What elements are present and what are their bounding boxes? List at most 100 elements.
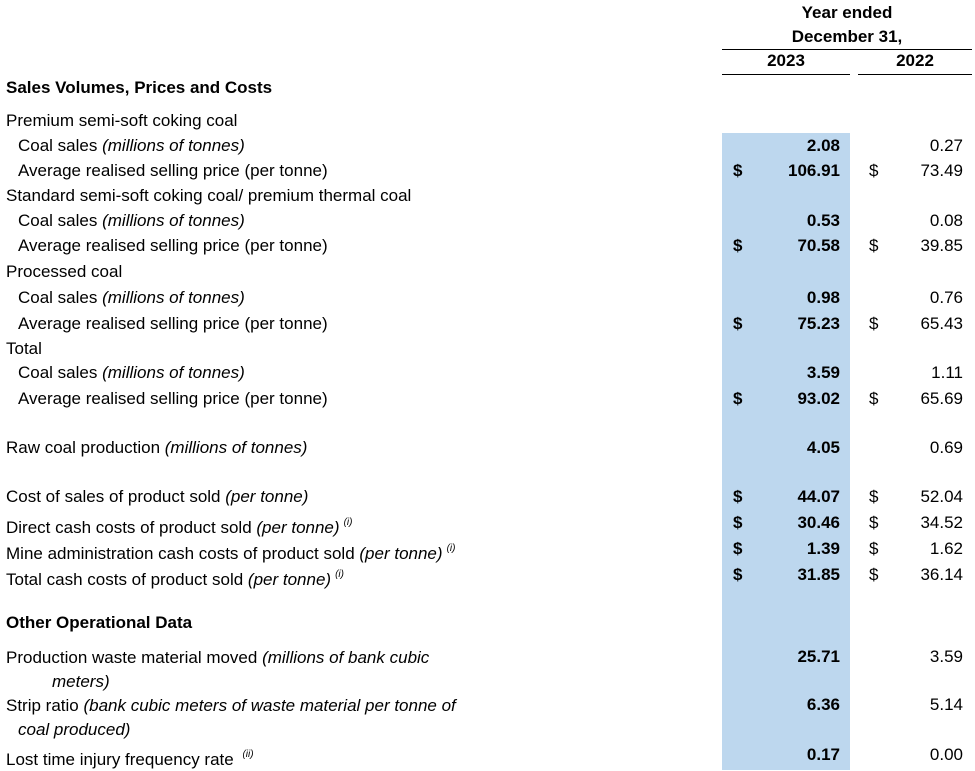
row-label: Average realised selling price (per tonn… xyxy=(18,389,328,408)
currency-2022: $ xyxy=(869,513,879,532)
footnote-marker: (i) xyxy=(335,569,344,580)
footnote-marker: (i) xyxy=(446,543,456,554)
currency-2023: $ xyxy=(733,487,743,506)
table-row: Strip ratio (bank cubic meters of waste … xyxy=(0,694,975,742)
value-2023: 44.07 xyxy=(797,487,840,506)
footnote-marker: (ii) xyxy=(242,749,254,760)
section-heading-other: Other Operational Data xyxy=(0,612,975,638)
value-2022: 39.85 xyxy=(920,236,963,255)
value-2023: 3.59 xyxy=(806,363,840,382)
value-2022: 0.69 xyxy=(929,438,963,457)
currency-2023: $ xyxy=(733,565,743,584)
table-row: Mine administration cash costs of produc… xyxy=(0,538,975,564)
row-label: Coal sales (millions of tonnes) xyxy=(18,136,245,155)
row-label: Coal sales (millions of tonnes) xyxy=(18,363,245,382)
value-2023: 0.17 xyxy=(806,745,840,764)
currency-2023: $ xyxy=(733,161,743,180)
value-2023: 6.36 xyxy=(806,695,840,714)
header-year-2023: 2023 xyxy=(767,51,805,70)
section-title: Other Operational Data xyxy=(6,613,193,632)
value-2023: 93.02 xyxy=(797,389,840,408)
currency-2023: $ xyxy=(733,389,743,408)
value-2023: 25.71 xyxy=(797,647,840,666)
currency-2022: $ xyxy=(869,389,879,408)
currency-2023: $ xyxy=(733,539,743,558)
row-label: Coal sales (millions of tonnes) xyxy=(18,211,245,230)
currency-2023: $ xyxy=(733,314,743,333)
row-label: Total xyxy=(6,339,42,358)
value-2023: 30.46 xyxy=(797,513,840,532)
table-row: Coal sales (millions of tonnes) 2.08 0.2… xyxy=(0,135,975,161)
value-2023: 4.05 xyxy=(806,438,840,457)
currency-2022: $ xyxy=(869,487,879,506)
row-label: Mine administration cash costs of produc… xyxy=(6,543,456,563)
row-label: Average realised selling price (per tonn… xyxy=(18,236,328,255)
row-label: Production waste material moved (million… xyxy=(6,648,430,691)
table-row: Standard semi-soft coking coal/ premium … xyxy=(0,185,975,211)
year-2022-underline xyxy=(858,74,972,75)
value-2022: 34.52 xyxy=(920,513,963,532)
header-underline xyxy=(722,49,972,50)
row-label: Cost of sales of product sold (per tonne… xyxy=(6,487,309,506)
table-row: Average realised selling price (per tonn… xyxy=(0,388,975,414)
value-2022: 5.14 xyxy=(929,695,963,714)
footnote-marker: (i) xyxy=(343,517,353,528)
value-2022: 0.08 xyxy=(929,211,963,230)
value-2022: 73.49 xyxy=(920,161,963,180)
row-label: Premium semi-soft coking coal xyxy=(6,111,238,130)
table-row: Total cash costs of product sold (per to… xyxy=(0,564,975,590)
currency-2023: $ xyxy=(733,513,743,532)
header-year-2022: 2022 xyxy=(896,51,934,70)
currency-2023: $ xyxy=(733,236,743,255)
value-2023: 2.08 xyxy=(806,136,840,155)
table-row: Direct cash costs of product sold (per t… xyxy=(0,512,975,538)
row-label: Average realised selling price (per tonn… xyxy=(18,314,328,333)
value-2022: 1.62 xyxy=(929,539,963,558)
value-2023: 106.91 xyxy=(788,161,840,180)
value-2022: 65.69 xyxy=(920,389,963,408)
table-row: Raw coal production (millions of tonnes)… xyxy=(0,437,975,463)
row-label: Lost time injury frequency rate (ii) xyxy=(6,749,254,769)
section-title: Sales Volumes, Prices and Costs xyxy=(6,78,273,97)
row-label: Coal sales (millions of tonnes) xyxy=(18,288,245,307)
row-label: Total cash costs of product sold (per to… xyxy=(6,569,344,589)
row-label: Raw coal production (millions of tonnes) xyxy=(6,438,308,457)
table-row: Processed coal xyxy=(0,261,975,287)
table-row: Coal sales (millions of tonnes) 0.98 0.7… xyxy=(0,287,975,313)
value-2023: 70.58 xyxy=(797,236,840,255)
header-december: December 31, xyxy=(791,27,903,46)
section-heading-sales: Sales Volumes, Prices and Costs xyxy=(0,77,975,103)
row-label: Strip ratio (bank cubic meters of waste … xyxy=(6,696,456,739)
year-2023-underline xyxy=(722,74,850,75)
row-label: Processed coal xyxy=(6,262,123,281)
value-2023: 31.85 xyxy=(797,565,840,584)
table-row: Lost time injury frequency rate (ii) 0.1… xyxy=(0,744,975,770)
row-label: Average realised selling price (per tonn… xyxy=(18,161,328,180)
row-label: Direct cash costs of product sold (per t… xyxy=(6,517,353,537)
value-2023: 0.53 xyxy=(806,211,840,230)
table-row: Total xyxy=(0,338,975,364)
currency-2022: $ xyxy=(869,565,879,584)
table-row: Average realised selling price (per tonn… xyxy=(0,235,975,261)
value-2022: 36.14 xyxy=(920,565,963,584)
value-2022: 65.43 xyxy=(920,314,963,333)
header-year-ended: Year ended xyxy=(801,3,893,22)
table-row: Cost of sales of product sold (per tonne… xyxy=(0,486,975,512)
value-2022: 3.59 xyxy=(929,647,963,666)
value-2022: 0.27 xyxy=(929,136,963,155)
currency-2022: $ xyxy=(869,236,879,255)
table-row: Average realised selling price (per tonn… xyxy=(0,313,975,339)
value-2023: 1.39 xyxy=(806,539,840,558)
value-2022: 1.11 xyxy=(931,363,963,382)
row-label: Standard semi-soft coking coal/ premium … xyxy=(6,186,412,205)
value-2023: 0.98 xyxy=(806,288,840,307)
value-2022: 52.04 xyxy=(920,487,963,506)
table-row: Average realised selling price (per tonn… xyxy=(0,160,975,186)
currency-2022: $ xyxy=(869,161,879,180)
table-row: Production waste material moved (million… xyxy=(0,646,975,694)
table-row: Premium semi-soft coking coal xyxy=(0,110,975,136)
table-row: Coal sales (millions of tonnes) 0.53 0.0… xyxy=(0,210,975,236)
currency-2022: $ xyxy=(869,539,879,558)
currency-2022: $ xyxy=(869,314,879,333)
value-2023: 75.23 xyxy=(797,314,840,333)
